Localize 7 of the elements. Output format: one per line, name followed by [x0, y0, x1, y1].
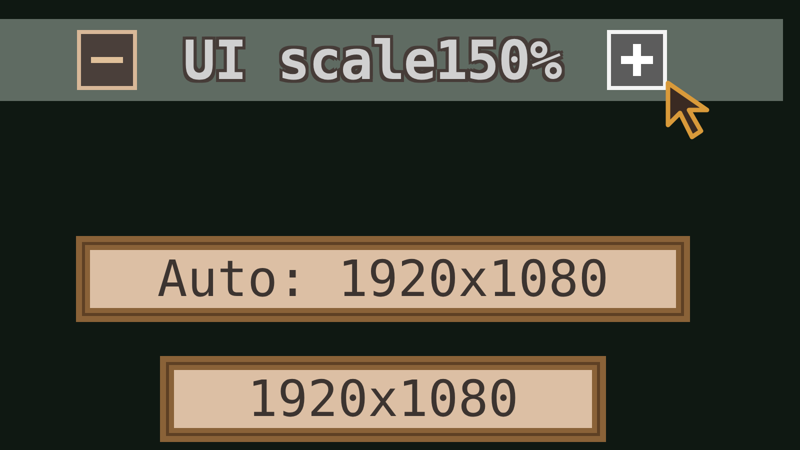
resolution-button[interactable]: Auto: 1920x1080 — [76, 236, 690, 322]
increase-button[interactable] — [607, 30, 668, 90]
minus-icon — [91, 57, 123, 63]
plus-icon — [621, 44, 654, 76]
decrease-button[interactable] — [77, 30, 137, 90]
resolution-button[interactable]: 1920x1080 — [160, 356, 606, 442]
scale-label: UI scale150% — [183, 28, 562, 92]
